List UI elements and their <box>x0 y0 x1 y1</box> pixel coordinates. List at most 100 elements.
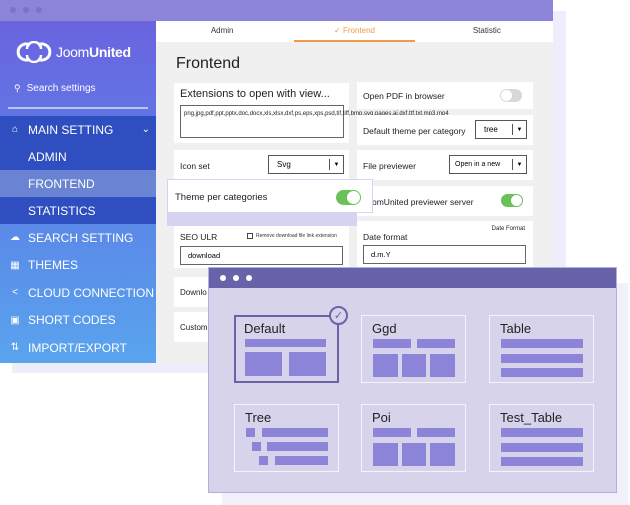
open-pdf-toggle[interactable] <box>500 89 522 102</box>
icon-set-card: Icon set Svg ▼ <box>174 150 349 180</box>
search-settings[interactable]: ⚲ Search settings <box>14 83 96 94</box>
checkbox[interactable] <box>247 233 253 239</box>
date-format-label: Date format <box>363 232 408 242</box>
extensions-card: Extensions to open with view... png,jpg,… <box>174 83 449 143</box>
sidebar-item-label: MAIN SETTING <box>28 122 114 137</box>
theme-per-categories-toggle[interactable] <box>336 190 361 205</box>
tab-statistic[interactable]: Statistic <box>421 21 553 42</box>
sidebar-item-label: SEARCH SETTING <box>28 230 134 245</box>
dropdown-arrow-icon: ▼ <box>512 159 526 170</box>
sidebar-item-themes[interactable]: ▦ THEMES <box>0 252 156 280</box>
theme-preview-block <box>245 339 326 347</box>
theme-preview-block <box>246 428 255 437</box>
window-dot[interactable] <box>220 275 226 281</box>
theme-card-table[interactable]: Table <box>489 315 594 383</box>
theme-card-poi[interactable]: Poi <box>361 404 466 472</box>
theme-preview-block <box>501 368 583 377</box>
theme-card-default[interactable]: Default ✓ <box>234 306 348 383</box>
sidebar-item-short-codes[interactable]: ▣ SHORT CODES <box>0 307 156 335</box>
chevron-down-icon[interactable]: ⌄ <box>142 124 150 135</box>
default-theme-select[interactable]: tree ▼ <box>475 120 527 139</box>
window-dot[interactable] <box>23 7 29 13</box>
sidebar-item-label: CLOUD CONNECTION <box>28 285 155 300</box>
window-controls <box>220 275 252 281</box>
checkbox-label: Remove download file link extension <box>256 233 337 239</box>
icon-set-value: Svg <box>277 160 291 169</box>
window-controls <box>10 7 42 13</box>
theme-name: Ggd <box>372 321 397 336</box>
default-theme-value: tree <box>484 125 498 134</box>
icon-set-select[interactable]: Svg ▼ <box>268 155 344 174</box>
window-dot[interactable] <box>36 7 42 13</box>
search-input[interactable]: Search settings <box>27 83 96 94</box>
logo-text: JoomUnited <box>56 44 131 60</box>
file-previewer-select[interactable]: Open in a new ▼ <box>449 155 527 174</box>
decoration-strip <box>167 213 357 226</box>
seo-url-input[interactable]: download <box>180 246 343 265</box>
sidebar-item-label: IMPORT/EXPORT <box>28 340 127 355</box>
sidebar-item-statistics[interactable]: STATISTICS <box>0 197 156 224</box>
import-export-icon: ⇅ <box>10 342 20 354</box>
tab-admin[interactable]: Admin <box>156 21 288 42</box>
theme-card-test-table[interactable]: Test_Table <box>489 404 594 472</box>
selected-check-icon: ✓ <box>329 306 348 325</box>
icon-set-label: Icon set <box>180 161 210 171</box>
theme-preview-block <box>252 442 261 451</box>
window-dot[interactable] <box>233 275 239 281</box>
page-title: Frontend <box>176 55 241 72</box>
sidebar-item-label: ADMIN <box>28 149 67 164</box>
theme-preview-block <box>402 443 426 466</box>
theme-preview-block <box>373 354 398 377</box>
theme-name: Default <box>244 321 286 336</box>
tab-frontend[interactable]: ✓ Frontend <box>288 21 420 42</box>
open-pdf-label: Open PDF in browser <box>363 91 445 101</box>
download-label: Downlo <box>180 288 207 297</box>
theme-preview-block <box>402 354 426 377</box>
tabs-bar: Admin ✓ Frontend Statistic <box>156 21 553 42</box>
sidebar-item-admin[interactable]: ADMIN <box>0 143 156 170</box>
dropdown-arrow-icon: ▼ <box>512 124 526 135</box>
theme-preview-block <box>430 354 455 377</box>
custom-label: Custom <box>180 323 208 332</box>
theme-preview-block <box>262 428 328 437</box>
search-underline <box>8 107 148 109</box>
remove-extension-checkbox[interactable]: Remove download file link extension <box>247 233 337 239</box>
window-dot[interactable] <box>246 275 252 281</box>
sidebar-item-main-setting[interactable]: ⌂ MAIN SETTING ⌄ <box>0 116 156 143</box>
theme-preview-block <box>501 457 583 466</box>
joomunited-logo-icon <box>16 41 52 63</box>
cloud-icon: ☁ <box>10 232 20 244</box>
theme-preview-block <box>245 352 282 376</box>
layout-icon: ▦ <box>10 259 20 271</box>
extensions-textarea[interactable]: png,jpg,pdf,ppt,pptx,doc,docx,xls,xlsx,d… <box>180 105 449 138</box>
sidebar-item-frontend[interactable]: FRONTEND <box>0 170 156 197</box>
sidebar-nav: ⌂ MAIN SETTING ⌄ ADMIN FRONTEND STATISTI… <box>0 116 156 362</box>
sidebar-item-search-setting[interactable]: ☁ SEARCH SETTING <box>0 224 156 252</box>
theme-preview-block <box>373 339 411 348</box>
sidebar-item-label: SHORT CODES <box>28 313 116 328</box>
logo: JoomUnited <box>16 41 131 63</box>
date-format-input[interactable]: d.m.Y <box>363 245 526 264</box>
theme-preview-block <box>267 442 328 451</box>
window-titlebar <box>0 0 553 21</box>
window-dot[interactable] <box>10 7 16 13</box>
date-format-link[interactable]: Date Format <box>492 226 525 232</box>
search-icon: ⚲ <box>14 83 21 93</box>
default-theme-card: Default theme per category tree ▼ <box>357 115 533 145</box>
theme-card-ggd[interactable]: Ggd <box>361 315 466 383</box>
theme-preview-block <box>501 428 583 437</box>
theme-card-tree[interactable]: Tree <box>234 404 339 472</box>
theme-preview-block <box>373 428 411 437</box>
themes-titlebar <box>209 268 616 288</box>
dropdown-arrow-icon: ▼ <box>329 159 343 170</box>
theme-per-categories-label: Theme per categories <box>175 192 268 203</box>
themes-window: Default ✓ Ggd Table Tree Poi Test_Table <box>208 267 617 493</box>
previewer-server-toggle[interactable] <box>501 194 523 207</box>
sidebar-item-import-export[interactable]: ⇅ IMPORT/EXPORT <box>0 334 156 362</box>
theme-name: Table <box>500 321 532 336</box>
sidebar-item-cloud-connection[interactable]: < CLOUD CONNECTION <box>0 279 156 307</box>
theme-preview-block <box>430 443 455 466</box>
theme-preview-block <box>417 339 455 348</box>
theme-preview-block <box>373 443 398 466</box>
file-previewer-card: File previewer Open in a new ▼ <box>357 150 533 180</box>
